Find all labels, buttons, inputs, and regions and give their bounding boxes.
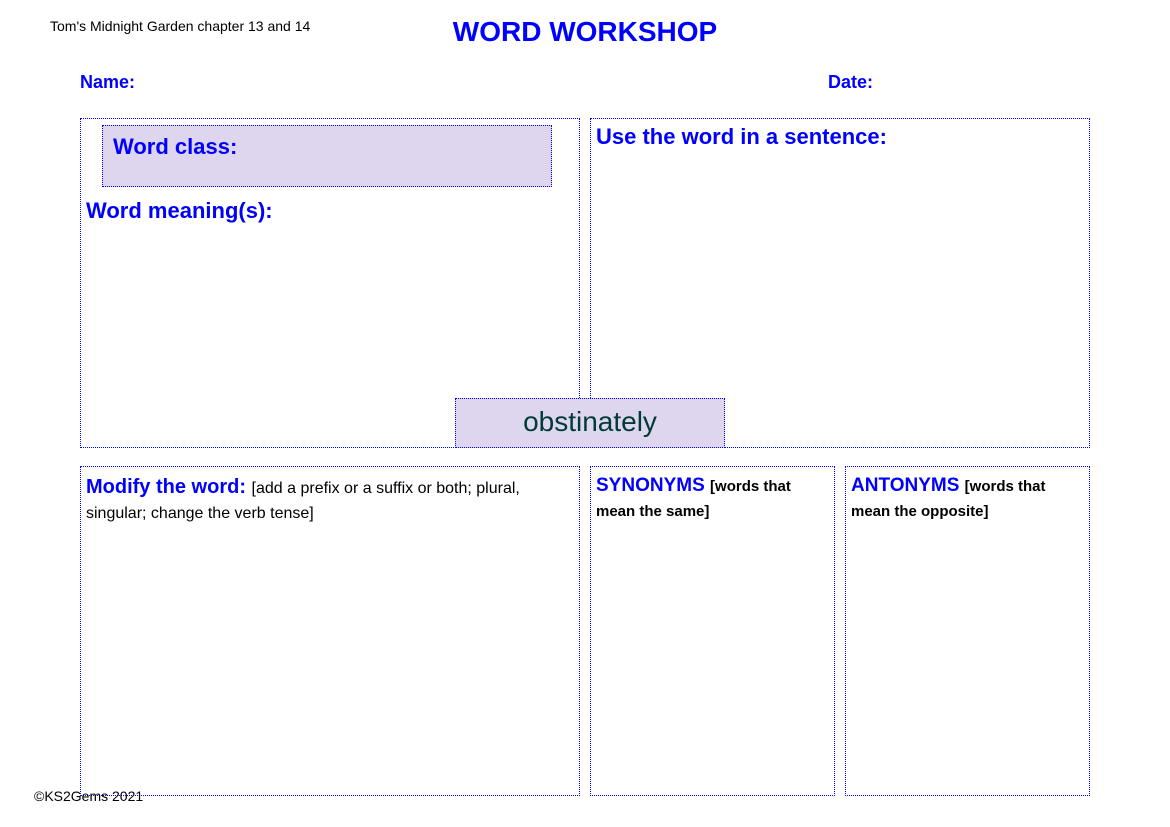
page-title: WORD WORKSHOP [0, 16, 1170, 48]
date-label: Date: [828, 72, 873, 93]
copyright: ©KS2Gems 2021 [34, 788, 143, 804]
modify-lead: Modify the word: [86, 476, 252, 498]
sentence-label: Use the word in a sentence: [596, 124, 887, 150]
synonyms-lead: SYNONYMS [596, 475, 710, 496]
word-class-box: Word class: [102, 125, 552, 187]
name-label: Name: [80, 72, 135, 93]
word-meaning-label: Word meaning(s): [86, 198, 273, 224]
center-word: obstinately [455, 398, 725, 448]
antonyms-label: ANTONYMS [words that mean the opposite] [851, 472, 1086, 523]
antonyms-lead: ANTONYMS [851, 475, 965, 496]
word-class-label: Word class: [113, 134, 237, 159]
synonyms-label: SYNONYMS [words that mean the same] [596, 472, 831, 523]
modify-label: Modify the word: [add a prefix or a suff… [86, 472, 576, 526]
